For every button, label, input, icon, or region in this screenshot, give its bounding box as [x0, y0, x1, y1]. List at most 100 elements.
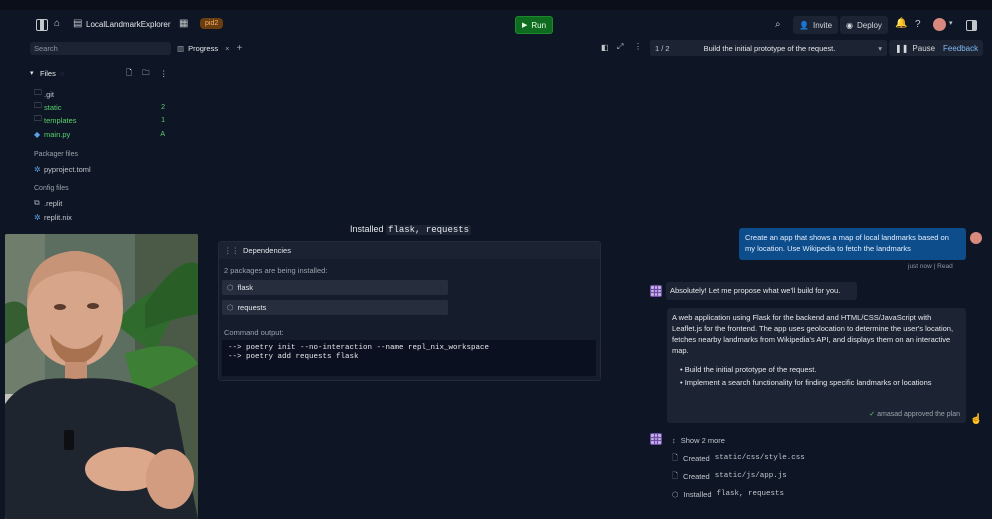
file-item-templates[interactable]: 🗀 templates 1 [34, 114, 169, 126]
file-item-replit[interactable]: ⧉ .replit [34, 197, 169, 209]
project-name[interactable]: LocalLandmarkExplorer [86, 20, 171, 29]
agent-intro-message: Absolutely! Let me propose what we'll bu… [666, 282, 857, 300]
action-file[interactable]: static/css/style.css [715, 454, 805, 462]
pane-tabs: ▥ Progress × + ◧ ⤢ ⋮ [173, 40, 646, 56]
mouse-cursor-icon: ☝ [970, 414, 983, 425]
step-title: Build the initial prototype of the reque… [703, 43, 836, 53]
feedback-button[interactable]: Feedback [938, 40, 984, 56]
action-row: 🗋 Created static/css/style.css [672, 452, 805, 464]
installed-title: Installed flask, requests [350, 224, 472, 235]
plan-item: • Implement a search functionality for f… [680, 378, 932, 387]
search-input[interactable]: Search [30, 42, 171, 55]
package-name: flask [237, 283, 253, 292]
plan-item-text: Implement a search functionality for fin… [684, 378, 932, 387]
user-avatar [970, 232, 982, 244]
chevron-down-icon[interactable]: ▾ [949, 19, 953, 27]
grid-icon[interactable]: ▦ [179, 18, 188, 29]
deploy-label: Deploy [856, 20, 882, 30]
tab-progress[interactable]: ▥ Progress × [173, 40, 234, 56]
new-file-icon[interactable]: 🗋 [126, 67, 132, 80]
action-file[interactable]: static/js/app.js [715, 472, 787, 480]
branch-pill[interactable]: pid2 [200, 18, 224, 29]
file-label: .git [44, 89, 55, 99]
approved-row: ✓ amasad approved the plan [869, 409, 960, 420]
add-tab-button[interactable]: + [237, 43, 243, 54]
action-prefix: Created [683, 453, 710, 463]
pause-label: Pause [912, 43, 936, 53]
action-packages: flask, requests [716, 490, 785, 498]
package-name: requests [237, 303, 267, 312]
installed-prefix: Installed [350, 224, 384, 234]
split-view-icon[interactable]: ◧ [601, 43, 609, 52]
user-avatar[interactable] [933, 18, 946, 31]
packager-files-label: Packager files [34, 151, 78, 158]
check-icon: ✓ [869, 411, 876, 418]
top-bar: ⌂ ▤ LocalLandmarkExplorer ▦ pid2 ▶ Run ⌕… [28, 10, 992, 40]
layout-toggle-icon[interactable] [966, 20, 977, 31]
agent-plan-card: A web application using Flask for the ba… [667, 308, 966, 423]
command-output-label: Command output: [224, 328, 284, 337]
more-icon[interactable]: ⋮ [160, 69, 168, 78]
gear-icon: ✲ [34, 164, 41, 174]
new-folder-icon[interactable]: 🗀 [142, 67, 150, 80]
plan-list: • Build the initial prototype of the req… [672, 364, 961, 388]
progress-pane: ▥ Progress × + ◧ ⤢ ⋮ Installed flask, re… [173, 40, 646, 519]
tab-label: Progress [188, 43, 219, 53]
invite-label: Invite [812, 20, 833, 30]
file-label: pyproject.toml [44, 164, 91, 174]
show-more-button[interactable]: ↕ Show 2 more [672, 434, 725, 446]
file-label: templates [44, 115, 77, 125]
replit-icon: ⧉ [34, 198, 40, 207]
home-icon[interactable]: ⌂ [54, 18, 60, 29]
project-icon: ▤ [73, 18, 83, 29]
file-item-static[interactable]: 🗀 static 2 [34, 101, 169, 113]
approved-text: amasad approved the plan [877, 411, 960, 418]
file-item-replit-nix[interactable]: ✲ replit.nix [34, 211, 169, 223]
webcam-scene [5, 234, 198, 519]
installed-packages: flask, requests [386, 225, 472, 235]
file-label: main.py [44, 129, 71, 139]
pause-button[interactable]: ❚❚ Pause [889, 40, 942, 56]
bell-icon[interactable]: 🔔 [895, 18, 907, 29]
python-icon: ◆ [34, 129, 41, 139]
command-output: --> poetry init --no-interaction --name … [222, 340, 596, 376]
agent-avatar-icon [650, 285, 662, 297]
run-label: Run [531, 20, 547, 30]
agent-avatar-icon [650, 433, 662, 445]
change-badge: 2 [161, 103, 165, 111]
dependencies-title: Dependencies [243, 246, 291, 255]
file-item-git[interactable]: 🗀 .git [34, 88, 169, 100]
file-label: replit.nix [44, 212, 72, 222]
loading-icon: ◌ [59, 68, 65, 78]
deploy-button[interactable]: ◉ Deploy [840, 16, 888, 34]
file-icon: 🗋 [672, 452, 679, 462]
window-top-strip [0, 0, 992, 10]
help-icon[interactable]: ? [915, 19, 921, 30]
close-icon[interactable]: × [225, 44, 229, 53]
invite-button[interactable]: 👤 Invite [793, 16, 839, 34]
chevron-down-icon: ▾ [30, 70, 34, 77]
package-icon: ⬡ [227, 283, 234, 292]
expand-icon: ↕ [672, 435, 676, 445]
step-counter: 1 / 2 [655, 43, 670, 53]
sidebar-toggle-icon[interactable] [36, 19, 48, 31]
change-badge: A [160, 130, 165, 138]
file-item-main-py[interactable]: ◆ main.py A [34, 128, 169, 140]
step-selector[interactable]: 1 / 2 Build the initial prototype of the… [650, 40, 887, 56]
action-row: 🗋 Created static/js/app.js [672, 470, 787, 482]
package-icon: ⬡ [672, 489, 679, 499]
dependencies-header: ⋮⋮ Dependencies [219, 242, 600, 259]
file-icon: 🗋 [672, 470, 679, 480]
dependencies-subtitle: 2 packages are being installed: [224, 266, 328, 275]
search-icon[interactable]: ⌕ [775, 19, 781, 30]
webcam-overlay [5, 234, 198, 519]
more-icon[interactable]: ⋮ [634, 42, 642, 51]
expand-icon[interactable]: ⤢ [617, 42, 623, 52]
package-row: ⬡ flask [222, 280, 448, 295]
run-button[interactable]: ▶ Run [515, 16, 553, 34]
add-user-icon: 👤 [799, 20, 809, 30]
user-message: Create an app that shows a map of local … [739, 228, 966, 260]
folder-icon: 🗀 [34, 88, 42, 97]
files-header[interactable]: ▾ Files ◌ 🗋 🗀 ⋮ [30, 66, 171, 80]
file-item-pyproject[interactable]: ✲ pyproject.toml [34, 163, 169, 175]
